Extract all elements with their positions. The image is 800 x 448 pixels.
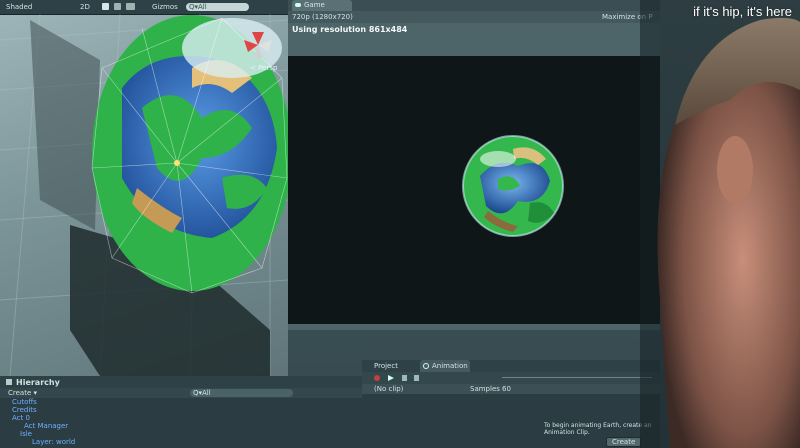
scene-view[interactable]: Shaded 2D Gizmos Q▾All < Persp xyxy=(0,0,288,376)
list-item[interactable]: Layer: world xyxy=(32,438,75,446)
game-controller-icon xyxy=(295,3,301,7)
resolution-notice: Using resolution 861x484 xyxy=(292,25,408,34)
game-view-panel: Game 720p (1280x720) Maximize on P Using… xyxy=(288,0,660,330)
hierarchy-search-input[interactable]: Q▾All xyxy=(190,389,293,397)
samples-label: Samples xyxy=(470,385,500,393)
animation-tab-label: Animation xyxy=(432,362,468,370)
hierarchy-panel: Hierarchy Create ▾ Q▾All Cutoffs Credits… xyxy=(0,376,362,448)
axis-gizmo-label[interactable]: < Persp xyxy=(250,64,277,72)
unity-editor-screen: Shaded 2D Gizmos Q▾All < Persp Game 720p… xyxy=(0,0,800,448)
resolution-dropdown[interactable]: 720p (1280x720) xyxy=(292,13,353,21)
person-head-silhouette xyxy=(640,0,800,448)
list-item[interactable]: Act 0 xyxy=(12,414,30,422)
next-key-icon[interactable] xyxy=(414,375,419,381)
game-view-toolbar: 720p (1280x720) Maximize on P xyxy=(288,11,660,23)
samples-field[interactable]: 60 xyxy=(502,385,511,393)
create-clip-button[interactable]: Create xyxy=(606,437,642,447)
animation-tab[interactable]: Animation xyxy=(420,360,470,372)
list-item[interactable]: Credits xyxy=(12,406,37,414)
axis-cones-icon xyxy=(244,32,272,58)
hierarchy-create-button[interactable]: Create ▾ xyxy=(8,389,37,397)
play-button-icon[interactable] xyxy=(388,375,394,381)
hierarchy-icon xyxy=(6,379,12,385)
earth-globe-render xyxy=(462,135,564,237)
project-tab[interactable]: Project xyxy=(374,362,398,370)
record-button-icon[interactable] xyxy=(374,375,380,381)
list-item[interactable]: Act Manager xyxy=(24,422,68,430)
hierarchy-list: Cutoffs Credits Act 0 Act Manager Isle L… xyxy=(6,398,206,448)
scene-axis-gizmo[interactable]: < Persp xyxy=(238,30,278,72)
animation-panel: Project Animation (No clip) Samples 60 T… xyxy=(362,360,660,448)
animation-clip-bar: (No clip) Samples 60 xyxy=(362,384,660,394)
hierarchy-toolbar: Create ▾ Q▾All xyxy=(0,388,362,398)
animation-controls xyxy=(362,372,660,384)
game-render-area[interactable] xyxy=(288,56,660,324)
hierarchy-tab[interactable]: Hierarchy xyxy=(16,378,60,387)
list-item[interactable]: Cutoffs xyxy=(12,398,37,406)
list-item[interactable]: Isle xyxy=(20,430,32,438)
timeline-ruler[interactable] xyxy=(502,377,652,378)
animation-clock-icon xyxy=(423,363,429,369)
prev-key-icon[interactable] xyxy=(402,375,407,381)
game-tab[interactable]: Game xyxy=(292,0,352,11)
game-tab-label: Game xyxy=(304,1,325,9)
watermark-text: if it's hip, it's here xyxy=(693,4,792,19)
clip-dropdown[interactable]: (No clip) xyxy=(374,385,403,393)
